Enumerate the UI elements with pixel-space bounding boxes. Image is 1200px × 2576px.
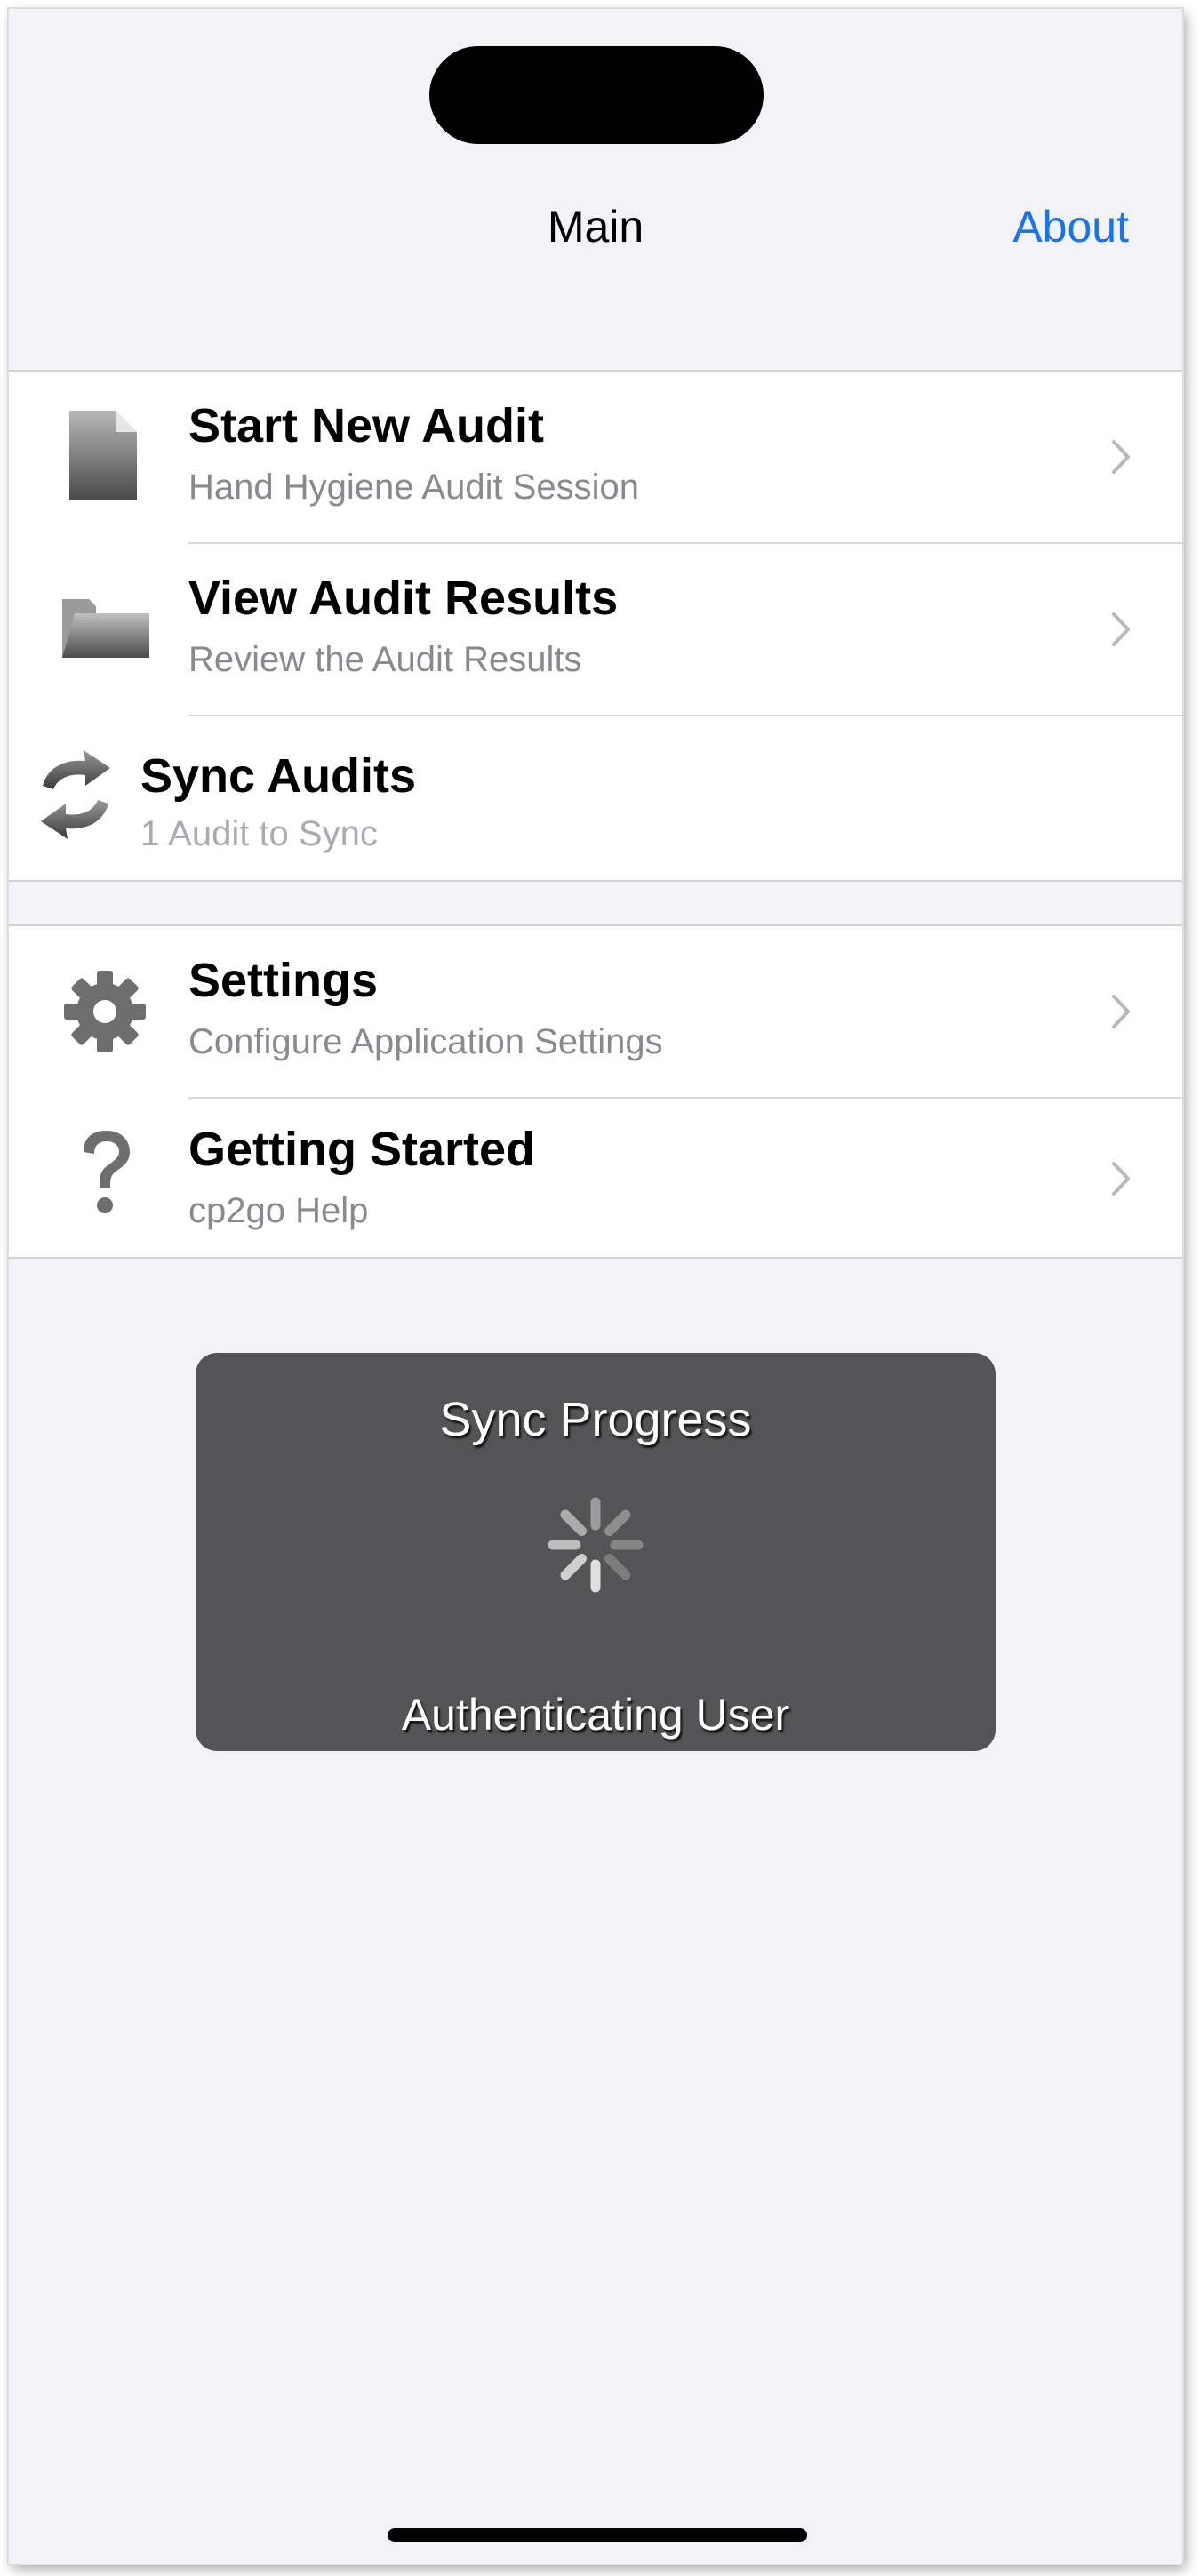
chevron-right-icon <box>1112 440 1130 474</box>
chevron-right-icon <box>1112 612 1130 646</box>
settings-menu-group: Settings Configure Application Settings … <box>9 924 1182 1259</box>
menu-item-title: View Audit Results <box>188 572 619 625</box>
menu-item-start-new-audit[interactable]: Start New Audit Hand Hygiene Audit Sessi… <box>9 372 1182 542</box>
hud-title: Sync Progress <box>439 1393 752 1446</box>
home-indicator[interactable] <box>388 2528 807 2542</box>
gear-icon <box>64 971 146 1052</box>
menu-item-subtitle: cp2go Help <box>188 1191 369 1230</box>
hud-status-text: Authenticating User <box>401 1690 790 1740</box>
menu-item-title: Sync Audits <box>140 749 417 803</box>
menu-item-view-audit-results[interactable]: View Audit Results Review the Audit Resu… <box>9 544 1182 715</box>
menu-item-sync-audits[interactable]: Sync Audits 1 Audit to Sync <box>9 716 1182 880</box>
chevron-right-icon <box>1112 995 1130 1028</box>
menu-item-subtitle: Hand Hygiene Audit Session <box>188 468 639 507</box>
chevron-right-icon <box>1112 1162 1130 1196</box>
sync-progress-hud: Sync Progress Authenticating User <box>196 1353 996 1751</box>
sync-icon <box>41 750 110 839</box>
menu-item-title: Settings <box>188 954 379 1007</box>
menu-item-subtitle: Configure Application Settings <box>188 1022 663 1061</box>
menu-item-subtitle: 1 Audit to Sync <box>140 814 378 853</box>
dynamic-island <box>429 46 764 144</box>
menu-item-title: Start New Audit <box>188 399 545 452</box>
menu-item-title: Getting Started <box>188 1123 536 1176</box>
document-icon <box>69 411 137 500</box>
about-button[interactable]: About <box>1012 201 1129 252</box>
menu-item-subtitle: Review the Audit Results <box>188 640 582 679</box>
menu-item-settings[interactable]: Settings Configure Application Settings <box>9 926 1182 1097</box>
audit-menu-group: Start New Audit Hand Hygiene Audit Sessi… <box>9 370 1182 882</box>
menu-item-getting-started[interactable]: Getting Started cp2go Help <box>9 1099 1182 1257</box>
folder-icon <box>62 599 149 658</box>
activity-spinner-icon <box>548 1497 644 1593</box>
page-title: Main <box>547 202 644 252</box>
app-screen: Main About Start New Audit Hand Hygiene … <box>9 9 1182 2564</box>
question-icon <box>84 1131 130 1213</box>
